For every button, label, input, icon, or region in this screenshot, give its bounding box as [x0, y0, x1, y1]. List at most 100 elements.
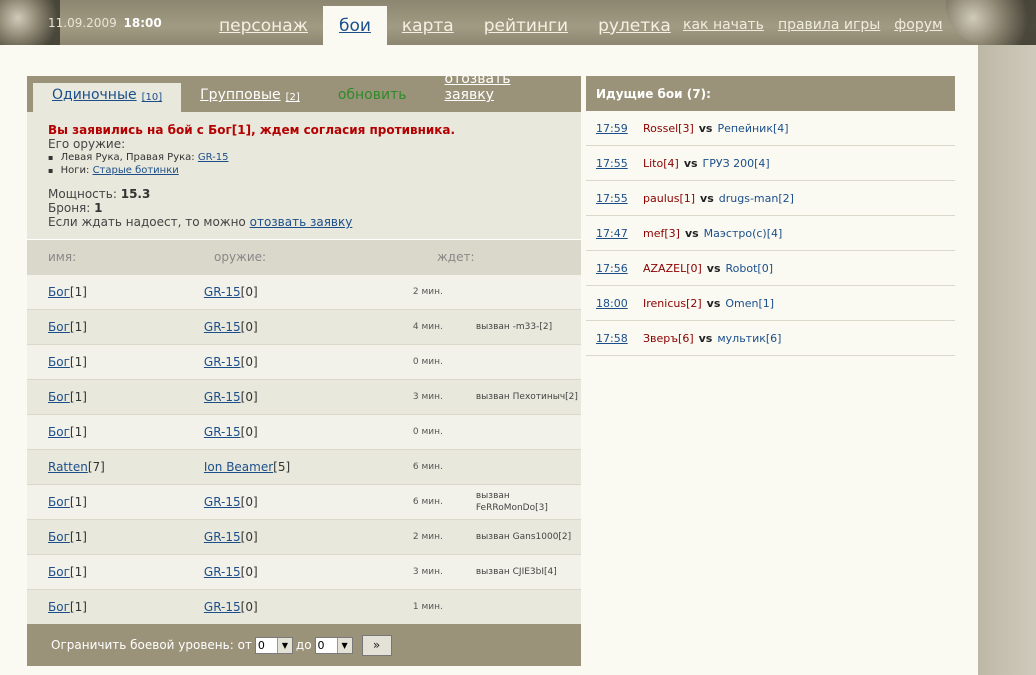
- weapon-link[interactable]: Ion Beamer: [204, 460, 273, 474]
- fight-row: 17:47 mef[3] vs Маэстро(с)[4]: [586, 216, 955, 251]
- table-row: Бог[1] GR-15[0] 0 мин.: [27, 344, 581, 379]
- armor-stat: Броня: 1: [48, 201, 560, 215]
- fight-time-cell: 17:55: [586, 157, 643, 170]
- tab-group[interactable]: Групповые [2]: [181, 83, 319, 112]
- nav-ratings[interactable]: рейтинги: [469, 16, 583, 45]
- weapon-cell: GR-15[0]: [183, 355, 391, 369]
- fight-time-link[interactable]: 17:56: [596, 262, 628, 275]
- fight-row: 17:58 Зверъ[6] vs мультик[6]: [586, 321, 955, 356]
- player-cell: Бог[1]: [27, 285, 183, 299]
- weapon-hands-label: Левая Рука, Правая Рука:: [60, 152, 195, 163]
- player-level: [1]: [69, 320, 87, 334]
- nav-character[interactable]: персонаж: [204, 16, 323, 45]
- fight-time-link[interactable]: 17:55: [596, 157, 628, 170]
- player-link[interactable]: Бог: [48, 425, 70, 439]
- weapon-legs-label: Ноги:: [60, 165, 90, 176]
- link-forum[interactable]: форум: [894, 17, 942, 33]
- nav-roulette[interactable]: рулетка: [583, 16, 686, 45]
- nav-map[interactable]: карта: [387, 16, 469, 45]
- player-link[interactable]: Бог: [48, 355, 70, 369]
- link-how-to-start[interactable]: как начать: [683, 17, 764, 33]
- weapon-link[interactable]: GR-15: [204, 425, 241, 439]
- fight-time-link[interactable]: 17:58: [596, 332, 628, 345]
- fighter-one: AZAZEL[0]: [643, 261, 702, 275]
- fighter-one: paulus[1]: [643, 191, 696, 205]
- table-row: Бог[1] GR-15[0] 1 мин.: [27, 589, 581, 624]
- header-name: имя:: [48, 250, 77, 264]
- date-text: 11.09.2009: [48, 16, 117, 30]
- wait-time: 6 мин.: [412, 497, 443, 507]
- fighter-one: mef[3]: [643, 226, 680, 240]
- player-link[interactable]: Бог: [48, 600, 70, 614]
- weapon-link[interactable]: GR-15: [204, 495, 241, 509]
- fight-tabs: Одиночные [10] Групповые [2] обновить отоз…: [27, 71, 582, 112]
- level-to-value: 0: [317, 638, 325, 652]
- request-notice: Вы заявились на бой с Бог[1], ждем согла…: [27, 112, 581, 239]
- tab-single[interactable]: Одиночные [10]: [33, 83, 182, 112]
- fight-time-cell: 18:00: [586, 297, 643, 310]
- refresh-button[interactable]: обновить: [319, 83, 426, 112]
- level-from-value: 0: [257, 638, 265, 652]
- weapon-level: [0]: [240, 530, 258, 544]
- player-link[interactable]: Бог: [48, 495, 70, 509]
- fight-row: 17:55 paulus[1] vs drugs-man[2]: [586, 181, 955, 216]
- weapon-link[interactable]: GR-15: [204, 320, 241, 334]
- player-link[interactable]: Бог: [48, 390, 70, 404]
- wait-time: 4 мин.: [412, 322, 443, 332]
- tab-single-count: [10]: [141, 92, 163, 103]
- player-link[interactable]: Бог: [48, 285, 70, 299]
- player-link[interactable]: Ratten: [48, 460, 88, 474]
- withdraw-request-button[interactable]: отозвать заявку: [426, 71, 582, 112]
- armor-value: 1: [94, 201, 103, 215]
- weapon-link[interactable]: GR-15: [204, 565, 241, 579]
- weapon-link[interactable]: GR-15: [204, 285, 241, 299]
- player-level: [1]: [69, 600, 87, 614]
- opponent-weapon-list: Левая Рука, Правая Рука: GR-15 Ноги: Ста…: [48, 151, 560, 177]
- withdraw-request-link[interactable]: отозвать заявку: [250, 215, 353, 229]
- fighter-two: drugs-man[2]: [718, 191, 794, 205]
- weapon-level: [5]: [273, 460, 291, 474]
- player-cell: Бог[1]: [27, 320, 183, 334]
- fight-time-cell: 17:59: [586, 122, 643, 135]
- weapon-hands-link[interactable]: GR-15: [198, 152, 229, 163]
- weapon-level: [0]: [240, 495, 258, 509]
- request-alert: Вы заявились на бой с Бог[1], ждем согла…: [48, 123, 456, 137]
- weapon-link[interactable]: GR-15: [204, 600, 241, 614]
- fight-row: 17:56 AZAZEL[0] vs Robot[0]: [586, 251, 955, 286]
- filter-to-label: до: [295, 638, 312, 652]
- apply-filter-button[interactable]: »: [361, 634, 392, 656]
- weapon-link[interactable]: GR-15: [204, 355, 241, 369]
- weapon-legs-link[interactable]: Старые ботинки: [93, 165, 179, 176]
- header-wait: ждет:: [437, 250, 475, 264]
- player-link[interactable]: Бог: [48, 320, 70, 334]
- chevron-down-icon: ▼: [276, 637, 292, 653]
- wait-time: 2 мин.: [412, 287, 443, 297]
- link-game-rules[interactable]: правила игры: [778, 17, 880, 33]
- tab-group-count: [2]: [285, 92, 300, 103]
- player-level: [1]: [69, 565, 87, 579]
- weapon-level: [0]: [240, 320, 258, 334]
- player-cell: Бог[1]: [27, 530, 183, 544]
- fight-time-link[interactable]: 17:55: [596, 192, 628, 205]
- player-link[interactable]: Бог: [48, 530, 70, 544]
- fighter-one: Зверъ[6]: [643, 331, 694, 345]
- vs-label: vs: [684, 226, 699, 240]
- player-level: [1]: [69, 390, 87, 404]
- level-to-select[interactable]: 0 ▼: [314, 636, 353, 654]
- player-cell: Бог[1]: [27, 390, 183, 404]
- fighter-one: Lito[4]: [643, 156, 679, 170]
- fight-time-link[interactable]: 17:47: [596, 227, 628, 240]
- wait-hint: Если ждать надоест, то можно отозвать за…: [48, 215, 560, 229]
- player-link[interactable]: Бог: [48, 565, 70, 579]
- weapon-link[interactable]: GR-15: [204, 530, 241, 544]
- weapon-link[interactable]: GR-15: [204, 390, 241, 404]
- fight-time-link[interactable]: 17:59: [596, 122, 628, 135]
- main-nav: персонаж бои карта рейтинги рулетка: [204, 6, 686, 45]
- level-from-select[interactable]: 0 ▼: [254, 636, 293, 654]
- fight-time-link[interactable]: 18:00: [596, 297, 628, 310]
- weapon-cell: GR-15[0]: [183, 425, 391, 439]
- weapon-cell: GR-15[0]: [183, 285, 391, 299]
- nav-fights[interactable]: бои: [322, 6, 387, 45]
- fight-requests-panel: Одиночные [10] Групповые [2] обновить отоз…: [27, 71, 582, 666]
- secondary-nav: как начать правила игры форум: [676, 17, 950, 33]
